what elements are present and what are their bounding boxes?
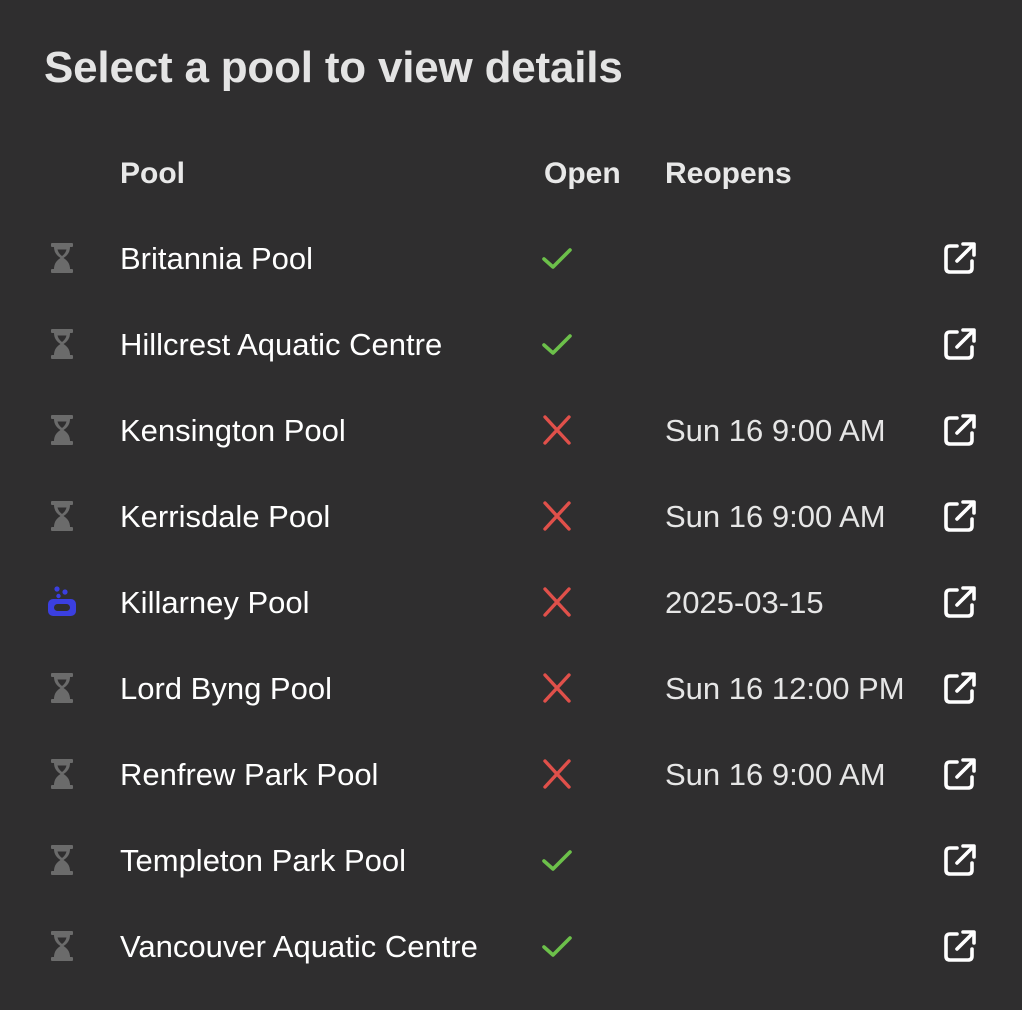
column-header-open: Open xyxy=(544,157,621,190)
pool-row[interactable]: Vancouver Aquatic Centre xyxy=(0,904,1022,990)
page-title: Select a pool to view details xyxy=(44,43,623,92)
reopens-time: 2025-03-15 xyxy=(665,585,824,620)
open-check-icon xyxy=(540,843,574,877)
pool-name[interactable]: Britannia Pool xyxy=(120,235,313,283)
hourglass-icon xyxy=(44,756,80,792)
hourglass-icon xyxy=(44,670,80,706)
pool-row[interactable]: Kerrisdale Pool Sun 16 9:00 AM xyxy=(0,474,1022,560)
pool-name[interactable]: Hillcrest Aquatic Centre xyxy=(120,321,442,369)
pool-name[interactable]: Kerrisdale Pool xyxy=(120,493,330,541)
external-link-icon[interactable] xyxy=(940,582,980,622)
pool-name[interactable]: Templeton Park Pool xyxy=(120,837,406,885)
external-link-icon[interactable] xyxy=(940,668,980,708)
column-header-reopens: Reopens xyxy=(665,157,792,190)
closed-x-icon xyxy=(540,413,574,447)
hourglass-icon xyxy=(44,928,80,964)
closed-x-icon xyxy=(540,671,574,705)
closed-x-icon xyxy=(540,499,574,533)
hourglass-icon xyxy=(44,842,80,878)
reopens-time: Sun 16 9:00 AM xyxy=(665,757,886,792)
pool-row[interactable]: Kensington Pool Sun 16 9:00 AM xyxy=(0,388,1022,474)
hourglass-icon xyxy=(44,498,80,534)
external-link-icon[interactable] xyxy=(940,496,980,536)
pool-name[interactable]: Lord Byng Pool xyxy=(120,665,332,713)
external-link-icon[interactable] xyxy=(940,926,980,966)
reopens-time: Sun 16 12:00 PM xyxy=(665,671,905,706)
swimming-pool-icon xyxy=(44,584,80,620)
open-check-icon xyxy=(540,929,574,963)
open-check-icon xyxy=(540,327,574,361)
open-check-icon xyxy=(540,241,574,275)
pool-name[interactable]: Kensington Pool xyxy=(120,407,346,455)
pool-table-body: Britannia Pool Hillcrest Aquatic Centre Ke… xyxy=(0,216,1022,990)
external-link-icon[interactable] xyxy=(940,840,980,880)
external-link-icon[interactable] xyxy=(940,324,980,364)
pool-name[interactable]: Killarney Pool xyxy=(120,579,310,627)
pool-row[interactable]: Hillcrest Aquatic Centre xyxy=(0,302,1022,388)
external-link-icon[interactable] xyxy=(940,238,980,278)
pool-list-page: Select a pool to view details Pool Open … xyxy=(0,0,1022,1010)
pool-row[interactable]: Templeton Park Pool xyxy=(0,818,1022,904)
external-link-icon[interactable] xyxy=(940,410,980,450)
column-header-pool: Pool xyxy=(120,157,185,190)
reopens-time: Sun 16 9:00 AM xyxy=(665,413,886,448)
closed-x-icon xyxy=(540,585,574,619)
hourglass-icon xyxy=(44,240,80,276)
table-header: Pool Open Reopens xyxy=(0,150,1022,198)
pool-name[interactable]: Renfrew Park Pool xyxy=(120,751,378,799)
pool-name[interactable]: Vancouver Aquatic Centre xyxy=(120,923,478,971)
hourglass-icon xyxy=(44,412,80,448)
pool-row[interactable]: Renfrew Park Pool Sun 16 9:00 AM xyxy=(0,732,1022,818)
external-link-icon[interactable] xyxy=(940,754,980,794)
pool-row[interactable]: Killarney Pool 2025-03-15 xyxy=(0,560,1022,646)
pool-row[interactable]: Britannia Pool xyxy=(0,216,1022,302)
reopens-time: Sun 16 9:00 AM xyxy=(665,499,886,534)
hourglass-icon xyxy=(44,326,80,362)
closed-x-icon xyxy=(540,757,574,791)
pool-row[interactable]: Lord Byng Pool Sun 16 12:00 PM xyxy=(0,646,1022,732)
